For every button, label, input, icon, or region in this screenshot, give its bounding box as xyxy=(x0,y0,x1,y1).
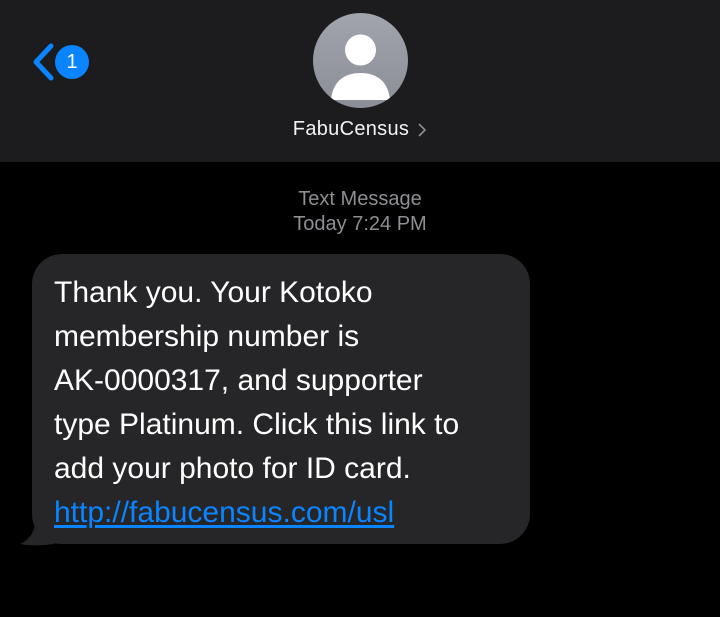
unread-badge: 1 xyxy=(55,45,89,79)
message-line: Thank you. Your Kotoko xyxy=(54,276,373,309)
message-text: Thank you. Your Kotoko membership number… xyxy=(54,271,510,491)
incoming-message: Thank you. Your Kotoko membership number… xyxy=(20,254,532,546)
message-line: membership number is xyxy=(54,320,360,353)
conversation-header: 1 FabuCensus xyxy=(0,0,720,162)
contact-name: FabuCensus xyxy=(292,118,410,140)
back-button[interactable]: 1 xyxy=(30,40,89,84)
message-line: AK-0000317, and supporter xyxy=(54,364,423,397)
message-metadata: Text Message Today 7:24 PM xyxy=(0,187,720,237)
chevron-right-icon xyxy=(418,123,427,136)
person-silhouette-icon xyxy=(331,34,390,100)
message-timestamp: Today 7:24 PM xyxy=(293,213,427,235)
message-link[interactable]: http://fabucensus.com/usl xyxy=(54,491,394,535)
chevron-left-icon xyxy=(33,43,54,81)
message-line: add your photo for ID card. xyxy=(54,452,411,485)
contact-name-button[interactable]: FabuCensus xyxy=(0,118,720,141)
message-line: type Platinum. Click this link to xyxy=(54,408,460,441)
message-bubble[interactable]: Thank you. Your Kotoko membership number… xyxy=(32,254,530,544)
avatar[interactable] xyxy=(313,13,408,108)
service-label: Text Message xyxy=(298,188,422,210)
messages-screen: 1 FabuCensus Text Message Today 7:24 PM … xyxy=(0,0,720,617)
